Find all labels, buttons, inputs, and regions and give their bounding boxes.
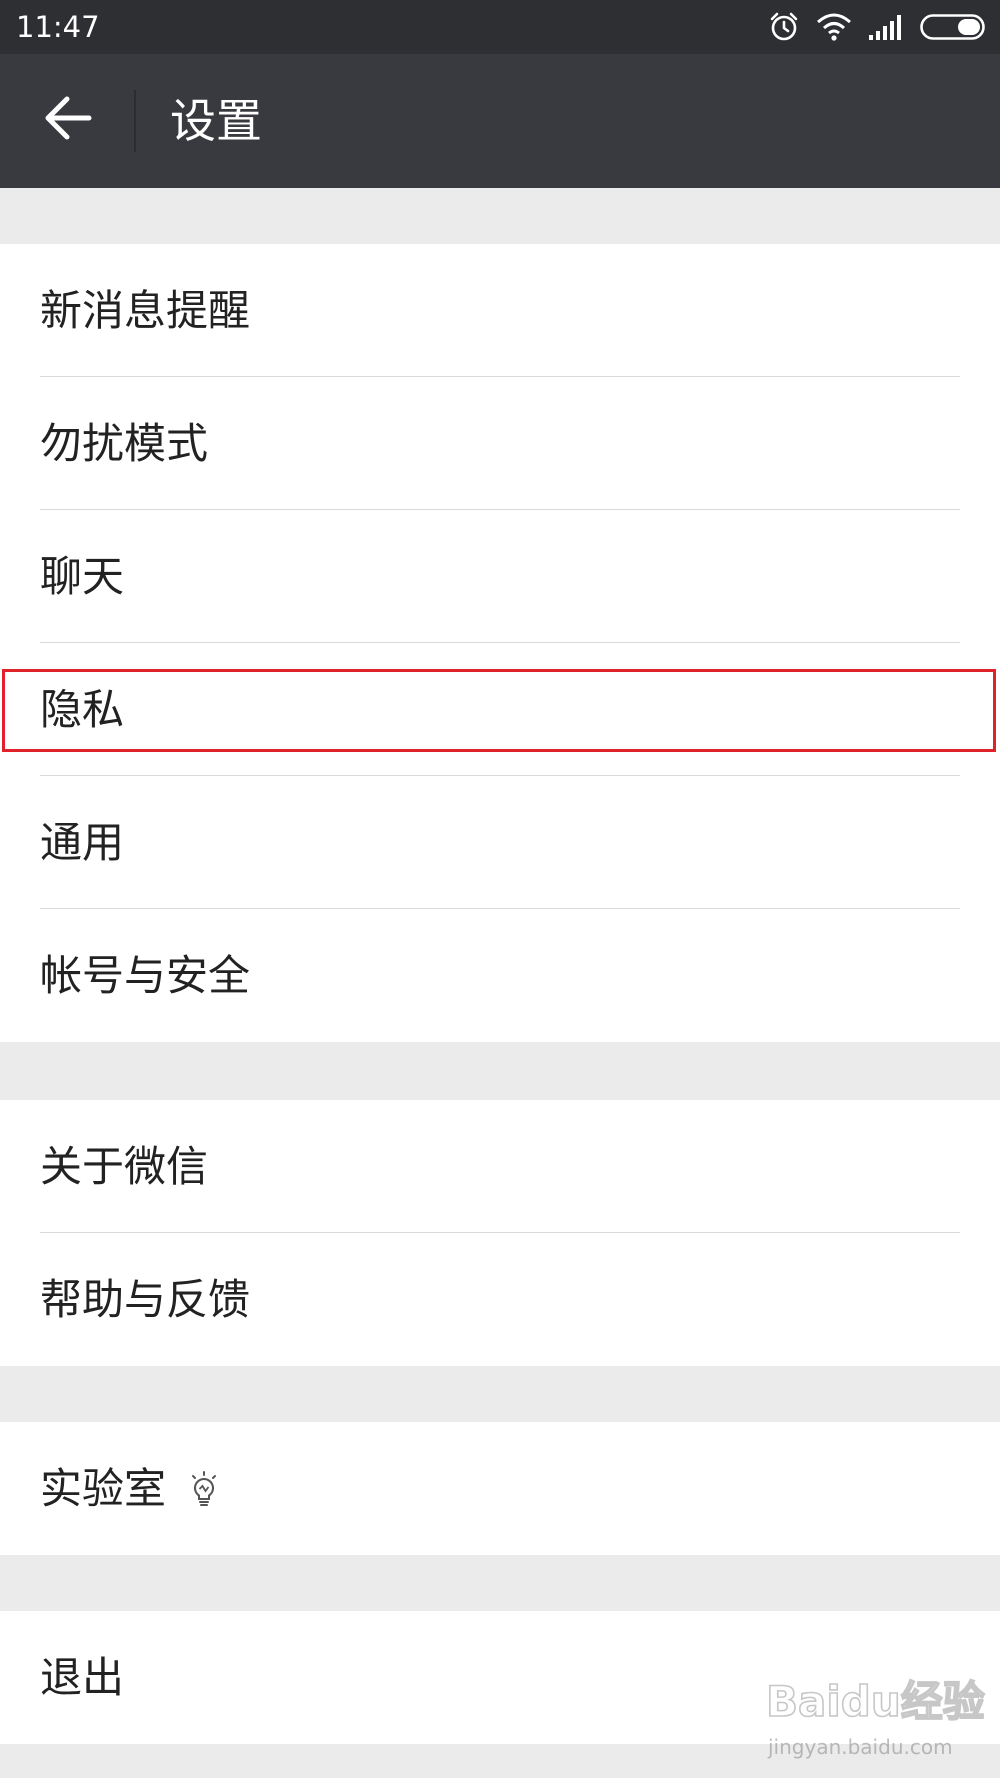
settings-item-label: 通用 bbox=[40, 818, 125, 867]
wifi-icon bbox=[816, 12, 852, 42]
settings-item-label: 隐私 bbox=[40, 685, 125, 734]
battery-icon bbox=[920, 14, 986, 40]
title-bar: 设置 bbox=[0, 54, 1000, 188]
lightbulb-icon bbox=[188, 1470, 220, 1507]
settings-item-label: 勿扰模式 bbox=[40, 419, 209, 468]
logout-button[interactable]: 退出 bbox=[0, 1611, 1000, 1744]
signal-icon bbox=[868, 13, 904, 41]
settings-item-account-security[interactable]: 帐号与安全 bbox=[0, 909, 1000, 1042]
settings-item-lab[interactable]: 实验室 bbox=[0, 1422, 1000, 1555]
status-bar: 11:47 bbox=[0, 0, 1000, 54]
settings-item-label: 聊天 bbox=[40, 552, 125, 601]
status-icons bbox=[768, 10, 986, 44]
arrow-left-icon bbox=[43, 95, 93, 145]
settings-item-label: 帮助与反馈 bbox=[40, 1275, 251, 1324]
settings-item-label: 新消息提醒 bbox=[40, 286, 251, 335]
settings-item-about-wechat[interactable]: 关于微信 bbox=[0, 1100, 1000, 1233]
settings-item-do-not-disturb[interactable]: 勿扰模式 bbox=[0, 377, 1000, 510]
settings-item-label: 退出 bbox=[40, 1653, 125, 1702]
settings-group-lab: 实验室 bbox=[0, 1422, 1000, 1555]
status-time: 11:47 bbox=[16, 10, 100, 44]
settings-group-main: 新消息提醒 勿扰模式 聊天 隐私 通用 帐号与安全 bbox=[0, 244, 1000, 1042]
page-title: 设置 bbox=[170, 94, 262, 148]
title-divider bbox=[134, 90, 136, 152]
settings-item-label: 帐号与安全 bbox=[40, 951, 251, 1000]
settings-item-label: 实验室 bbox=[40, 1464, 167, 1513]
settings-item-label-wrap: 实验室 bbox=[40, 1422, 220, 1555]
settings-item-general[interactable]: 通用 bbox=[0, 776, 1000, 909]
settings-item-label: 关于微信 bbox=[40, 1142, 209, 1191]
settings-item-privacy[interactable]: 隐私 bbox=[0, 643, 1000, 776]
settings-group-logout: 退出 bbox=[0, 1611, 1000, 1744]
settings-item-new-message-notify[interactable]: 新消息提醒 bbox=[0, 244, 1000, 377]
alarm-icon bbox=[768, 11, 800, 43]
back-button[interactable] bbox=[30, 82, 106, 158]
settings-item-help-feedback[interactable]: 帮助与反馈 bbox=[0, 1233, 1000, 1366]
settings-group-about: 关于微信 帮助与反馈 bbox=[0, 1100, 1000, 1366]
settings-item-chat[interactable]: 聊天 bbox=[0, 510, 1000, 643]
